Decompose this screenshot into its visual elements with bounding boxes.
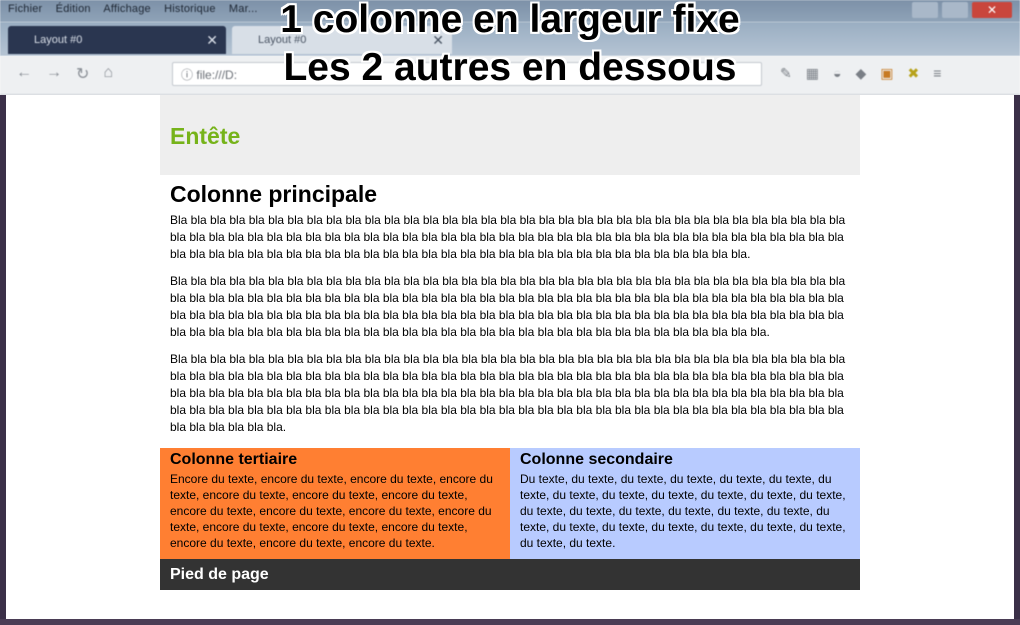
- main-paragraph: Bla bla bla bla bla bla bla bla bla bla …: [170, 213, 846, 261]
- page-viewport: Entête Colonne principale Bla bla bla bl…: [6, 95, 1014, 619]
- tertiary-column: Colonne tertiaire Encore du texte, encor…: [160, 448, 510, 559]
- secondary-column-text: Du texte, du texte, du texte, du texte, …: [520, 472, 846, 550]
- tertiary-column-text: Encore du texte, encore du texte, encore…: [170, 472, 493, 550]
- page-layout: Entête Colonne principale Bla bla bla bl…: [160, 95, 860, 590]
- caption-line-1: 1 colonne en largeur fixe: [280, 0, 740, 41]
- bottom-columns: Colonne tertiaire Encore du texte, encor…: [160, 448, 860, 559]
- page-footer: Pied de page: [160, 559, 860, 590]
- page-header: Entête: [160, 95, 860, 175]
- main-paragraph: Bla bla bla bla bla bla bla bla bla bla …: [170, 352, 846, 434]
- main-paragraph: Bla bla bla bla bla bla bla bla bla bla …: [170, 274, 846, 339]
- desktop-edge-left: [0, 95, 6, 625]
- desktop-edge-right: [1014, 95, 1020, 625]
- browser-window: Fichier Édition Affichage Historique Mar…: [0, 0, 1020, 625]
- tertiary-column-title: Colonne tertiaire: [170, 451, 298, 468]
- caption-line-2: Les 2 autres en dessous: [283, 46, 737, 89]
- main-column-title: Colonne principale: [170, 181, 378, 207]
- secondary-column-title: Colonne secondaire: [520, 451, 673, 468]
- main-column: Colonne principale Bla bla bla bla bla b…: [160, 175, 860, 448]
- secondary-column: Colonne secondaire Du texte, du texte, d…: [510, 448, 860, 559]
- header-title: Entête: [170, 123, 241, 149]
- desktop-edge-bottom: [0, 619, 1020, 625]
